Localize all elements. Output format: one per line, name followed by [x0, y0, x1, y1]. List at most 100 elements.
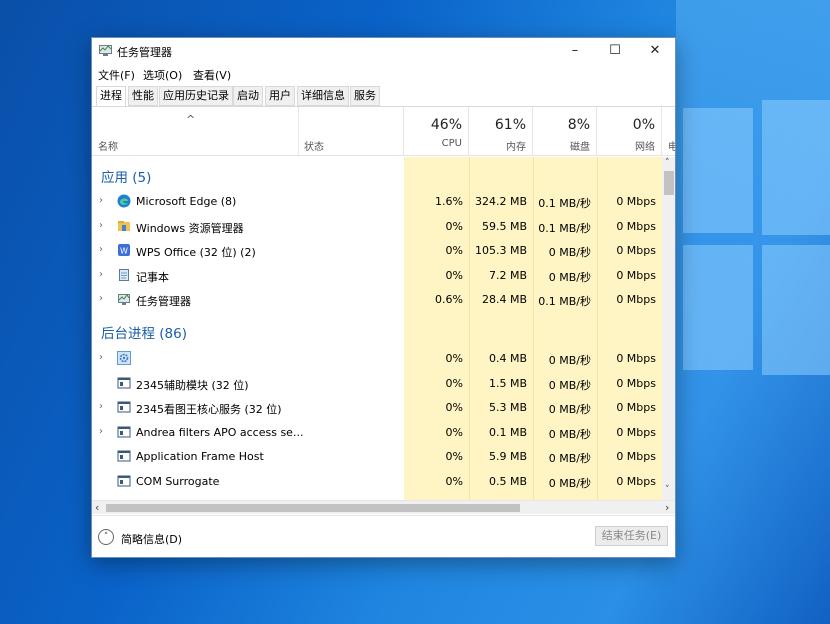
group-header-apps[interactable]: 应用 (5) [92, 157, 662, 189]
process-name: Andrea filters APO access se... [136, 425, 304, 439]
disk-value: 0.1 MB/秒 [538, 295, 591, 309]
maximize-button[interactable]: ☐ [595, 40, 635, 62]
expand-chevron-icon[interactable]: › [99, 293, 103, 304]
vertical-scrollbar[interactable]: ˄ ˅ [662, 157, 675, 500]
network-value: 0 Mbps [616, 401, 656, 415]
horizontal-scrollbar[interactable]: ‹ › [92, 500, 675, 514]
memory-total: 61% [494, 117, 526, 133]
network-value: 0 Mbps [616, 268, 656, 282]
menu-view[interactable]: 查看(V) [193, 67, 231, 83]
column-cpu[interactable]: 46% CPU [404, 107, 469, 155]
background-process-row[interactable]: COM Surrogate 0% 0.5 MB 0 MB/秒 0 Mbps [92, 469, 662, 494]
minimize-button[interactable]: – [555, 40, 595, 62]
menu-file[interactable]: 文件(F) [98, 67, 135, 83]
cpu-value: 0% [445, 475, 463, 488]
app-process-row[interactable]: › 记事本 0% 7.2 MB 0 MB/秒 0 Mbps [92, 263, 662, 288]
memory-value: 5.9 MB [488, 450, 527, 464]
expand-chevron-icon[interactable]: › [99, 352, 103, 363]
cpu-value: 0% [445, 376, 463, 390]
process-name: Application Frame Host [136, 450, 264, 464]
app-process-row[interactable]: › 任务管理器 0.6% 28.4 MB 0.1 MB/秒 0 Mbps [92, 287, 662, 312]
memory-label: 内存 [506, 142, 526, 153]
column-name-label: 名称 [98, 142, 118, 153]
background-process-row[interactable]: 2345辅助模块 (32 位) 0% 1.5 MB 0 MB/秒 0 Mbps [92, 371, 662, 396]
app-process-row[interactable]: › Microsoft Edge (8) 1.6% 324.2 MB 0.1 MB/秒 0… [92, 189, 662, 214]
menu-options[interactable]: 选项(O) [143, 67, 182, 83]
memory-value: 0.4 MB [488, 352, 527, 365]
chevron-up-icon[interactable]: ˄ [98, 529, 114, 545]
column-memory[interactable]: 61% 内存 [469, 107, 533, 155]
scroll-right-icon[interactable]: › [665, 501, 669, 514]
network-value: 0 Mbps [616, 293, 656, 307]
tab-users[interactable]: 用户 [265, 86, 295, 106]
vertical-scroll-thumb[interactable] [664, 171, 674, 195]
disk-value: 0 MB/秒 [548, 378, 591, 392]
expand-chevron-icon[interactable]: › [99, 269, 103, 280]
task-manager-icon [99, 45, 112, 56]
power-label: 电 [668, 138, 675, 153]
expand-chevron-icon[interactable]: › [99, 195, 103, 206]
process-name: 2345看图王核心服务 (32 位) [136, 403, 282, 417]
cpu-label: CPU [441, 138, 462, 149]
background-process-row[interactable]: Application Frame Host 0% 5.9 MB 0 MB/秒 0 Mb… [92, 444, 662, 469]
disk-value: 0 MB/秒 [548, 354, 591, 367]
column-power[interactable]: 电 [662, 107, 675, 155]
tab-performance[interactable]: 性能 [128, 86, 158, 106]
background-process-row[interactable]: › 2345看图王核心服务 (32 位) 0% 5.3 MB 0 MB/秒 0 Mbps [92, 395, 662, 420]
window-title: 任务管理器 [117, 46, 172, 59]
expand-chevron-icon[interactable]: › [99, 401, 103, 412]
group-header-background[interactable]: 后台进程 (86) [92, 314, 662, 346]
wps-icon: W [117, 243, 131, 257]
scroll-up-icon[interactable]: ˄ [665, 158, 670, 168]
process-name: 2345辅助模块 (32 位) [136, 378, 249, 392]
tab-startup[interactable]: 启动 [233, 86, 263, 106]
title-bar[interactable]: 任务管理器 – ☐ ✕ [92, 38, 675, 64]
close-button[interactable]: ✕ [635, 40, 675, 62]
task-manager-window: 任务管理器 – ☐ ✕ 文件(F) 选项(O) 查看(V) 进程 性能 应用历史… [91, 37, 676, 558]
disk-value: 0 MB/秒 [548, 403, 591, 417]
cpu-value: 0% [445, 352, 463, 365]
app-process-row[interactable]: › W WPS Office (32 位) (2) 0% 105.3 MB 0 MB/秒 0… [92, 238, 662, 263]
memory-value: 105.3 MB [474, 244, 527, 258]
expand-chevron-icon[interactable]: › [99, 220, 103, 231]
expand-chevron-icon[interactable]: › [99, 244, 103, 255]
taskmgr-icon [117, 292, 131, 306]
scroll-left-icon[interactable]: ‹ [95, 501, 99, 514]
column-disk[interactable]: 8% 磁盘 [533, 107, 597, 155]
memory-value: 28.4 MB [481, 293, 527, 307]
column-network[interactable]: 0% 网络 [597, 107, 662, 155]
tab-app-history[interactable]: 应用历史记录 [159, 86, 233, 106]
column-status[interactable]: 状态 [299, 107, 404, 155]
app-window-icon [117, 449, 131, 463]
tab-processes[interactable]: 进程 [96, 86, 126, 107]
tab-details[interactable]: 详细信息 [297, 86, 349, 106]
cpu-value: 0% [445, 401, 463, 415]
background-process-row[interactable]: › Andrea filters APO access se... 0% 0.1 MB… [92, 420, 662, 445]
cpu-total: 46% [430, 117, 462, 133]
wallpaper-pane [762, 245, 830, 375]
app-window-icon [117, 400, 131, 414]
scroll-down-icon[interactable]: ˅ [665, 485, 670, 495]
wallpaper-pane [683, 108, 753, 233]
network-value: 0 Mbps [616, 352, 656, 365]
tab-services[interactable]: 服务 [350, 86, 380, 106]
svg-text:W: W [120, 247, 128, 256]
network-value: 0 Mbps [616, 244, 656, 258]
background-process-row[interactable]: › 0% 0.4 MB 0 MB/秒 0 Mbps [92, 346, 662, 371]
fewer-details-button[interactable]: 简略信息(D) [121, 531, 182, 547]
memory-value: 0.5 MB [488, 475, 527, 488]
end-task-button[interactable]: 结束任务(E) [595, 526, 668, 546]
network-total: 0% [632, 117, 655, 133]
wallpaper-pane [762, 100, 830, 235]
expand-chevron-icon[interactable]: › [99, 426, 103, 437]
app-process-row[interactable]: › Windows 资源管理器 0% 59.5 MB 0.1 MB/秒 0 Mbps [92, 214, 662, 239]
disk-value: 0 MB/秒 [548, 427, 591, 441]
network-value: 0 Mbps [616, 425, 656, 439]
wallpaper-pane [683, 245, 753, 370]
horizontal-scroll-thumb[interactable] [106, 504, 520, 512]
column-name[interactable]: ^ 名称 [92, 107, 299, 155]
disk-value: 0 MB/秒 [548, 246, 591, 260]
explorer-icon [117, 219, 131, 233]
network-value: 0 Mbps [616, 195, 656, 208]
process-name: Microsoft Edge (8) [136, 195, 237, 208]
